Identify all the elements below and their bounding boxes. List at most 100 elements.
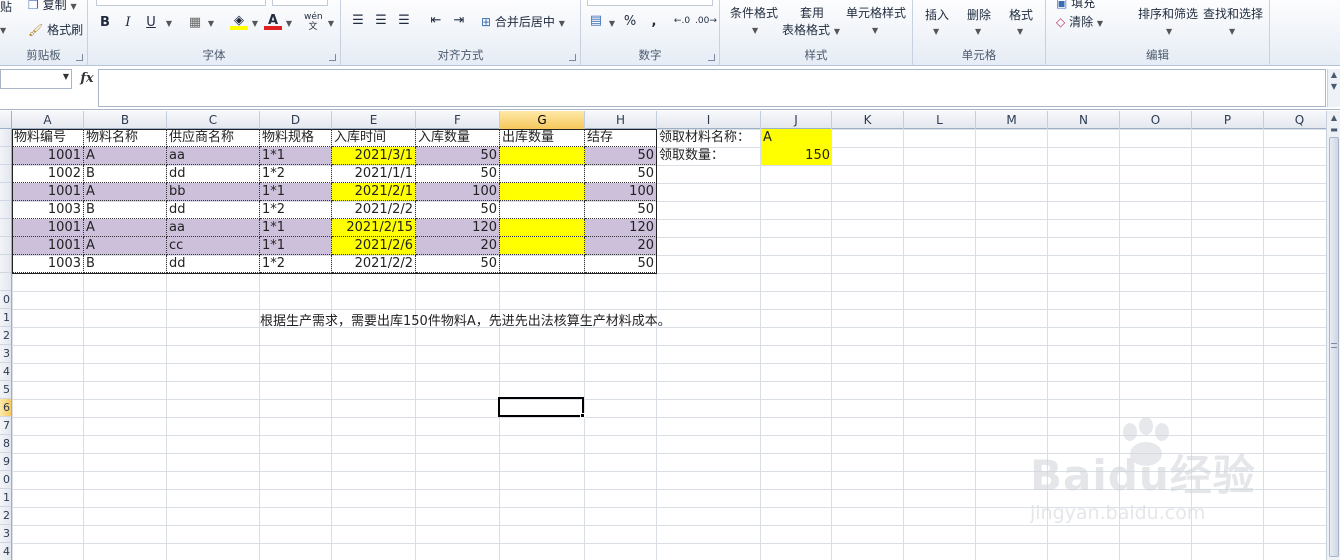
- align-left-icon[interactable]: ☰: [349, 12, 367, 30]
- table-header-cell[interactable]: 物料名称: [84, 129, 167, 147]
- table-cell-supplier[interactable]: dd: [167, 165, 260, 183]
- table-cell-name[interactable]: A: [84, 237, 167, 255]
- table-header-cell[interactable]: 物料规格: [260, 129, 332, 147]
- table-header-cell[interactable]: 入库时间: [332, 129, 416, 147]
- row-header[interactable]: 6: [0, 399, 11, 417]
- quantity-label[interactable]: 领取数量：: [657, 147, 761, 165]
- table-cell-in-qty[interactable]: 50: [416, 255, 500, 273]
- table-cell-in-qty[interactable]: 50: [416, 165, 500, 183]
- format-dropdown-icon[interactable]: ▼: [1017, 23, 1023, 37]
- font-name-combo[interactable]: [96, 0, 266, 6]
- table-cell-spec[interactable]: 1*1: [260, 183, 332, 201]
- formula-bar-expand[interactable]: ▲ ▼: [1327, 69, 1340, 107]
- name-box-dropdown-icon[interactable]: ▼: [63, 72, 69, 81]
- conditional-format-button[interactable]: 条件格式: [730, 4, 778, 21]
- table-cell-spec[interactable]: 1*2: [260, 165, 332, 183]
- table-cell-date[interactable]: 2021/2/15: [332, 219, 416, 237]
- name-box[interactable]: ▼: [0, 69, 72, 89]
- table-cell-out-qty[interactable]: [500, 237, 585, 255]
- row-header[interactable]: 2: [0, 507, 11, 525]
- table-cell-name[interactable]: B: [84, 201, 167, 219]
- column-header-a[interactable]: A: [12, 111, 84, 129]
- row-header[interactable]: [0, 237, 11, 255]
- currency-dropdown-icon[interactable]: ▼: [603, 14, 621, 32]
- table-cell-supplier[interactable]: aa: [167, 147, 260, 165]
- column-header-b[interactable]: B: [84, 111, 167, 129]
- table-cell-in-qty[interactable]: 100: [416, 183, 500, 201]
- table-cell-date[interactable]: 2021/1/1: [332, 165, 416, 183]
- cell-styles-dropdown-icon[interactable]: ▼: [872, 22, 878, 36]
- active-cell-selection[interactable]: [498, 397, 584, 417]
- row-header[interactable]: 3: [0, 345, 11, 363]
- find-select-button[interactable]: 查找和选择: [1203, 5, 1263, 22]
- table-cell-code[interactable]: 1001: [12, 147, 84, 165]
- clear-button[interactable]: ◇ 清除 ▼: [1056, 13, 1103, 30]
- split-box[interactable]: ▬: [1328, 123, 1340, 137]
- underline-button[interactable]: U: [142, 14, 160, 32]
- find-select-dropdown-icon[interactable]: ▼: [1229, 23, 1235, 37]
- delete-dropdown-icon[interactable]: ▼: [975, 23, 981, 37]
- decrease-decimal-icon[interactable]: .00→: [695, 12, 717, 30]
- align-center-icon[interactable]: ☰: [372, 12, 390, 30]
- alignment-launcher-icon[interactable]: [569, 54, 576, 61]
- table-cell-spec[interactable]: 1*2: [260, 201, 332, 219]
- column-header-k[interactable]: K: [832, 111, 904, 129]
- table-cell-date[interactable]: 2021/3/1: [332, 147, 416, 165]
- row-header[interactable]: 0: [0, 471, 11, 489]
- row-header[interactable]: [0, 147, 11, 165]
- table-cell-code[interactable]: 1003: [12, 201, 84, 219]
- insert-button[interactable]: 插入: [925, 6, 949, 23]
- column-header-h[interactable]: H: [585, 111, 657, 129]
- row-header[interactable]: 5: [0, 381, 11, 399]
- bold-button[interactable]: B: [96, 14, 114, 32]
- select-all-corner[interactable]: [0, 111, 12, 129]
- clipboard-launcher-icon[interactable]: [76, 54, 83, 61]
- column-header-j[interactable]: J: [761, 111, 832, 129]
- row-header[interactable]: [0, 273, 11, 291]
- table-cell-out-qty[interactable]: [500, 147, 585, 165]
- paste-dropdown-icon[interactable]: ▼: [0, 22, 6, 36]
- table-cell-date[interactable]: 2021/2/2: [332, 255, 416, 273]
- number-launcher-icon[interactable]: [708, 54, 715, 61]
- table-cell-supplier[interactable]: aa: [167, 219, 260, 237]
- table-cell-code[interactable]: 1001: [12, 237, 84, 255]
- insert-function-icon[interactable]: fx: [76, 69, 98, 89]
- row-header[interactable]: 0: [0, 291, 11, 309]
- row-header[interactable]: 2: [0, 327, 11, 345]
- row-header[interactable]: [0, 219, 11, 237]
- row-header[interactable]: 1: [0, 489, 11, 507]
- table-cell-out-qty[interactable]: [500, 165, 585, 183]
- table-cell-name[interactable]: B: [84, 255, 167, 273]
- row-header[interactable]: 9: [0, 453, 11, 471]
- sort-filter-button[interactable]: 排序和筛选: [1138, 5, 1198, 22]
- paste-button[interactable]: 贴: [0, 0, 12, 15]
- row-header[interactable]: 7: [0, 417, 11, 435]
- table-cell-balance[interactable]: 50: [585, 147, 657, 165]
- increase-decimal-icon[interactable]: ←.0: [673, 12, 691, 30]
- sort-filter-dropdown-icon[interactable]: ▼: [1166, 23, 1172, 37]
- table-cell-spec[interactable]: 1*1: [260, 147, 332, 165]
- font-size-combo[interactable]: [272, 0, 328, 6]
- table-cell-code[interactable]: 1001: [12, 219, 84, 237]
- table-cell-spec[interactable]: 1*1: [260, 219, 332, 237]
- table-cell-balance[interactable]: 100: [585, 183, 657, 201]
- column-header-g[interactable]: G: [500, 111, 585, 129]
- fill-handle[interactable]: [580, 413, 585, 418]
- table-header-cell[interactable]: 供应商名称: [167, 129, 260, 147]
- font-color-dropdown-icon[interactable]: ▼: [280, 14, 298, 32]
- table-cell-date[interactable]: 2021/2/6: [332, 237, 416, 255]
- row-header[interactable]: 4: [0, 363, 11, 381]
- table-cell-balance[interactable]: 120: [585, 219, 657, 237]
- comma-button[interactable]: ,: [645, 13, 663, 31]
- row-header[interactable]: [0, 129, 11, 147]
- column-header-f[interactable]: F: [416, 111, 500, 129]
- table-cell-out-qty[interactable]: [500, 201, 585, 219]
- fill-button[interactable]: ▣ 填充: [1056, 0, 1095, 11]
- phonetic-dropdown-icon[interactable]: ▼: [322, 14, 340, 32]
- border-dropdown-icon[interactable]: ▼: [202, 14, 220, 32]
- table-cell-spec[interactable]: 1*2: [260, 255, 332, 273]
- table-cell-date[interactable]: 2021/2/2: [332, 201, 416, 219]
- row-header[interactable]: [0, 201, 11, 219]
- row-header[interactable]: [0, 183, 11, 201]
- italic-button[interactable]: I: [119, 14, 137, 32]
